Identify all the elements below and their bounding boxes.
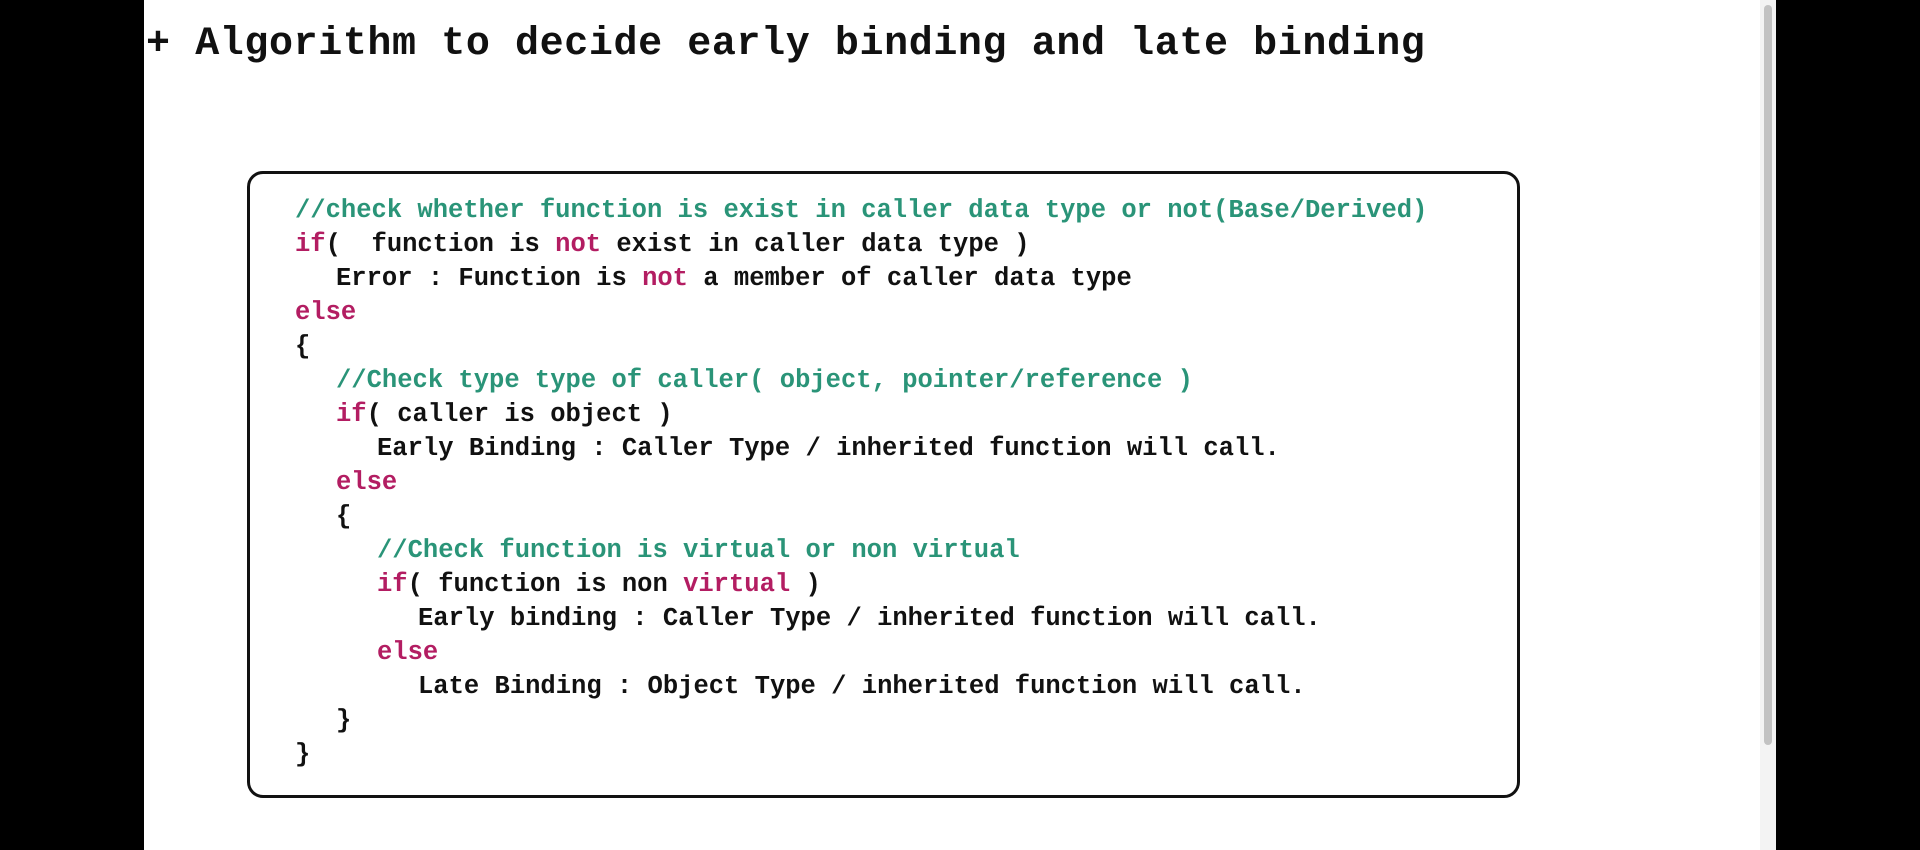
code-text: Early binding : Caller Type / inherited … <box>418 604 1321 633</box>
code-keyword: not <box>555 230 602 259</box>
code-keyword: if <box>295 230 326 259</box>
code-text: a member of caller data type <box>687 264 1132 293</box>
code-keyword: else <box>377 638 439 667</box>
code-text: } <box>336 706 352 735</box>
code-line: //Check type type of caller( object, poi… <box>295 364 1427 398</box>
code-keyword: virtual <box>683 570 791 599</box>
page-title: + Algorithm to decide early binding and … <box>146 22 1426 67</box>
code-line: if( function is non virtual ) <box>295 568 1427 602</box>
code-line: else <box>295 296 1427 330</box>
pseudocode-block: //check whether function is exist in cal… <box>295 194 1427 772</box>
code-line: Early binding : Caller Type / inherited … <box>295 602 1427 636</box>
code-text: exist in caller data type ) <box>601 230 1030 259</box>
code-line: if( function is not exist in caller data… <box>295 228 1427 262</box>
code-line: } <box>295 738 1427 772</box>
code-text: ( caller is object ) <box>366 400 673 429</box>
code-line: Error : Function is not a member of call… <box>295 262 1427 296</box>
code-line: { <box>295 500 1427 534</box>
code-line: if( caller is object ) <box>295 398 1427 432</box>
scrollbar-thumb[interactable] <box>1764 5 1772 745</box>
code-line: Late Binding : Object Type / inherited f… <box>295 670 1427 704</box>
code-text: { <box>295 332 311 361</box>
video-frame: + Algorithm to decide early binding and … <box>0 0 1920 850</box>
code-line: } <box>295 704 1427 738</box>
code-text: { <box>336 502 352 531</box>
code-line: //check whether function is exist in cal… <box>295 194 1427 228</box>
code-keyword: if <box>377 570 408 599</box>
code-line: //Check function is virtual or non virtu… <box>295 534 1427 568</box>
code-keyword: else <box>336 468 398 497</box>
code-comment: //Check type type of caller( object, poi… <box>336 366 1193 395</box>
code-text: Error : Function is <box>336 264 643 293</box>
code-text: Early Binding : Caller Type / inherited … <box>377 434 1280 463</box>
code-comment: //Check function is virtual or non virtu… <box>377 536 1020 565</box>
code-line: Early Binding : Caller Type / inherited … <box>295 432 1427 466</box>
code-text: } <box>295 740 311 769</box>
code-keyword: if <box>336 400 367 429</box>
code-text: ) <box>790 570 821 599</box>
code-line: else <box>295 636 1427 670</box>
code-line: { <box>295 330 1427 364</box>
code-keyword: else <box>295 298 357 327</box>
code-line: else <box>295 466 1427 500</box>
code-text: ( function is <box>325 230 556 259</box>
code-text: Late Binding : Object Type / inherited f… <box>418 672 1306 701</box>
code-comment: //check whether function is exist in cal… <box>295 196 1428 225</box>
code-text: ( function is non <box>407 570 684 599</box>
vertical-scrollbar[interactable] <box>1760 0 1776 850</box>
code-keyword: not <box>642 264 688 293</box>
